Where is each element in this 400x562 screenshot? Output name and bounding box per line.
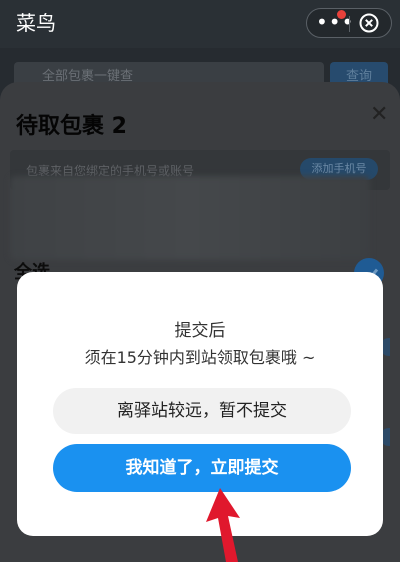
app-title: 菜鸟 <box>16 11 56 35</box>
red-arrow-icon <box>206 488 240 562</box>
capsule-divider <box>349 16 350 32</box>
not-submit-button[interactable]: 离驿站较远，暂不提交 <box>53 388 351 434</box>
more-horizontal-icon[interactable]: ••• <box>316 10 353 32</box>
notification-dot <box>337 10 346 19</box>
blurred-package-info <box>10 176 370 260</box>
submit-now-button[interactable]: 我知道了，立即提交 <box>53 444 351 492</box>
close-circle-icon[interactable] <box>359 13 379 33</box>
mini-program-capsule: ••• <box>306 8 392 38</box>
dialog-message: 须在15分钟内到站领取包裹哦 ~ <box>84 348 316 367</box>
dialog-title: 提交后 <box>174 321 226 341</box>
sheet-close-icon[interactable]: ✕ <box>370 102 388 127</box>
app-bar: 菜鸟 ••• <box>0 0 400 48</box>
sheet-title: 待取包裹 2 <box>16 114 127 139</box>
